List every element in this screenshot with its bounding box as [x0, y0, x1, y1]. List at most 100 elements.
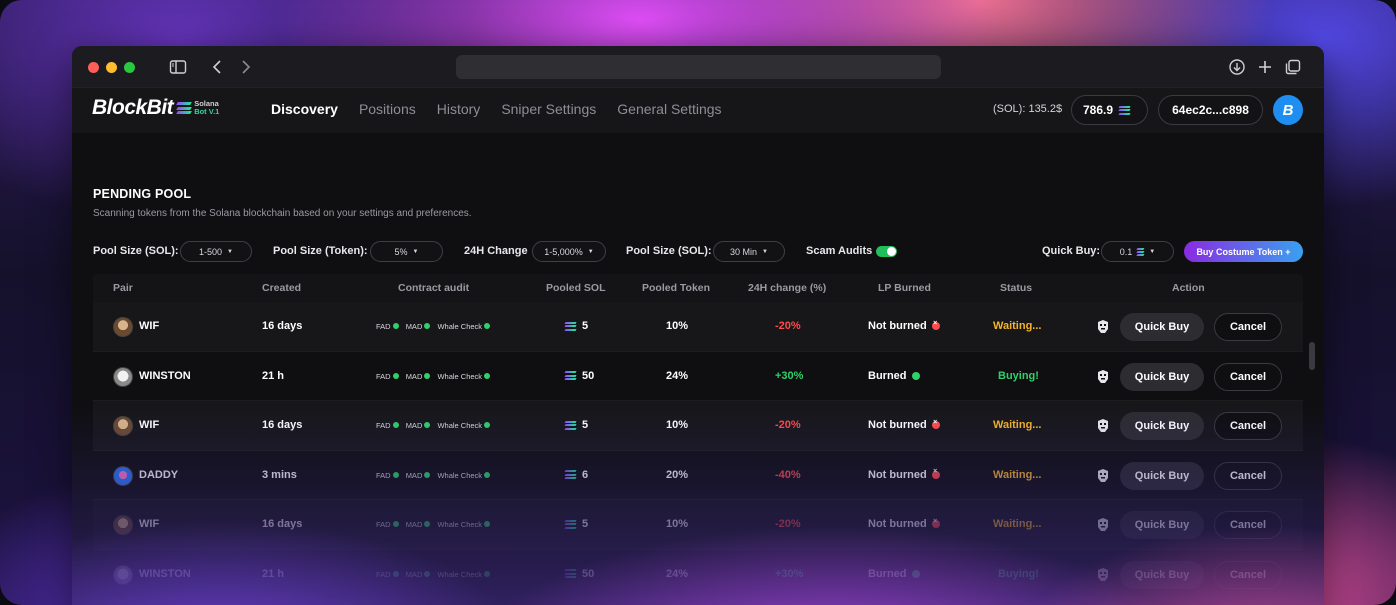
audit-fad-label: FAD	[376, 470, 391, 480]
contract-audit: FAD MAD Whale Check	[376, 570, 493, 579]
pool-size-sol-label: Pool Size (SOL):	[93, 245, 179, 257]
tab-positions[interactable]: Positions	[359, 101, 416, 117]
cancel-button[interactable]: Cancel	[1214, 461, 1282, 490]
tab-history[interactable]: History	[437, 101, 481, 117]
check-icon	[911, 569, 920, 578]
lp-burned: Not burned	[868, 518, 940, 530]
maximize-window-button[interactable]	[124, 62, 135, 73]
robot-icon[interactable]	[1096, 319, 1110, 334]
caret-down-icon: ▼	[227, 248, 233, 255]
address-bar[interactable]	[456, 55, 941, 79]
robot-icon[interactable]	[1096, 418, 1110, 433]
change-24h-label: 24H Change	[464, 245, 528, 257]
tabs-overview-icon[interactable]	[1284, 58, 1302, 76]
audit-mad: MAD	[406, 520, 434, 529]
forward-arrow-icon[interactable]	[236, 58, 254, 76]
lp-burned-value: Not burned	[868, 468, 927, 481]
check-dot-icon	[392, 422, 399, 428]
robot-icon[interactable]	[1096, 369, 1110, 384]
solana-icon	[564, 321, 577, 331]
solana-icon	[564, 420, 577, 430]
quick-buy-button[interactable]: Quick Buy	[1120, 412, 1204, 440]
check-dot-icon	[484, 570, 491, 577]
robot-icon[interactable]	[1096, 468, 1110, 483]
lp-burned-value: Not burned	[868, 320, 927, 332]
audit-fad-label: FAD	[376, 371, 391, 381]
change-24h-select[interactable]: 1-5,000% ▼	[532, 241, 606, 262]
cancel-button[interactable]: Cancel	[1214, 412, 1282, 440]
pair-name: WIF	[139, 419, 160, 431]
scrollbar-thumb[interactable]	[1309, 342, 1315, 370]
token-avatar	[113, 515, 133, 535]
lp-burned: Burned	[868, 568, 920, 580]
quick-buy-button[interactable]: Quick Buy	[1120, 313, 1204, 341]
check-dot-icon	[424, 471, 431, 478]
pair-name: DADDY	[139, 468, 179, 481]
tab-sniper-settings[interactable]: Sniper Settings	[501, 101, 596, 117]
contract-audit: FAD MAD Whale Check	[376, 322, 493, 331]
cancel-button[interactable]: Cancel	[1214, 560, 1282, 589]
robot-icon[interactable]	[1096, 517, 1110, 532]
pool-size-sol-select[interactable]: 1-500 ▼	[180, 241, 252, 262]
audit-whale-check: Whale Check	[437, 520, 493, 529]
created-time: 3 mins	[262, 468, 297, 481]
quick-buy-button[interactable]: Quick Buy	[1120, 511, 1204, 539]
check-dot-icon	[484, 471, 491, 478]
status-badge: Waiting...	[993, 320, 1042, 332]
caret-down-icon: ▼	[587, 248, 594, 255]
pool-size-sol2-select[interactable]: 30 Min ▼	[713, 241, 785, 262]
audit-fad: FAD	[376, 520, 402, 529]
brand-logo[interactable]: BlockBit Solana Bot V.1	[92, 96, 219, 120]
quick-buy-button[interactable]: Quick Buy	[1120, 461, 1204, 490]
status-badge: Waiting...	[993, 419, 1042, 431]
header-contract-audit: Contract audit	[398, 282, 470, 294]
header-action: Action	[1172, 282, 1205, 294]
buy-custom-token-button[interactable]: Buy Costume Token +	[1184, 241, 1303, 262]
caret-down-icon: ▼	[412, 248, 419, 255]
token-avatar	[113, 317, 133, 337]
check-dot-icon	[484, 422, 491, 428]
quick-buy-select[interactable]: 0.1 ▼	[1101, 241, 1174, 262]
logo-text: BlockBit	[92, 96, 174, 119]
header-pair: Pair	[113, 282, 133, 294]
cancel-button[interactable]: Cancel	[1214, 511, 1282, 539]
header-pooled-token: Pooled Token	[642, 282, 711, 294]
back-arrow-icon[interactable]	[209, 58, 227, 76]
tab-discovery[interactable]: Discovery	[271, 101, 338, 117]
cancel-button[interactable]: Cancel	[1214, 362, 1282, 391]
pooled-token: 10%	[666, 320, 689, 332]
status-badge: Waiting...	[993, 468, 1042, 481]
close-window-button[interactable]	[88, 62, 99, 73]
pooled-token: 20%	[666, 468, 689, 481]
audit-whale-label: Whale Check	[437, 520, 483, 529]
download-icon[interactable]	[1228, 58, 1246, 76]
token-avatar	[113, 366, 133, 387]
audit-mad: MAD	[406, 421, 434, 430]
audit-fad: FAD	[376, 421, 402, 430]
contract-audit: FAD MAD Whale Check	[376, 421, 493, 430]
change-24h: +30%	[775, 567, 804, 580]
scam-audits-toggle[interactable]	[876, 246, 897, 257]
header-pooled-sol: Pooled SOL	[546, 282, 606, 294]
pair-name: WINSTON	[139, 567, 191, 580]
sidebar-toggle-icon[interactable]	[169, 58, 187, 76]
pool-size-token-select[interactable]: 5% ▼	[370, 241, 443, 262]
header-created: Created	[262, 282, 302, 294]
audit-whale-check: Whale Check	[437, 471, 493, 480]
quick-buy-button[interactable]: Quick Buy	[1120, 560, 1204, 589]
tab-general-settings[interactable]: General Settings	[617, 101, 721, 117]
check-dot-icon	[424, 570, 431, 577]
robot-icon[interactable]	[1096, 567, 1110, 582]
x-icon	[931, 518, 940, 529]
window-controls	[88, 62, 135, 73]
balance-button[interactable]: 786.9	[1071, 95, 1148, 125]
cancel-button[interactable]: Cancel	[1214, 313, 1282, 341]
wallet-button[interactable]: 64ec2c...c898	[1158, 95, 1263, 125]
new-tab-icon[interactable]	[1256, 58, 1274, 76]
audit-whale-label: Whale Check	[437, 322, 483, 331]
minimize-window-button[interactable]	[106, 62, 117, 73]
profile-avatar[interactable]: B	[1273, 95, 1303, 125]
quick-buy-button[interactable]: Quick Buy	[1120, 362, 1204, 391]
sol-price: (SOL): 135.2$	[993, 103, 1063, 115]
created-time: 16 days	[262, 320, 303, 332]
